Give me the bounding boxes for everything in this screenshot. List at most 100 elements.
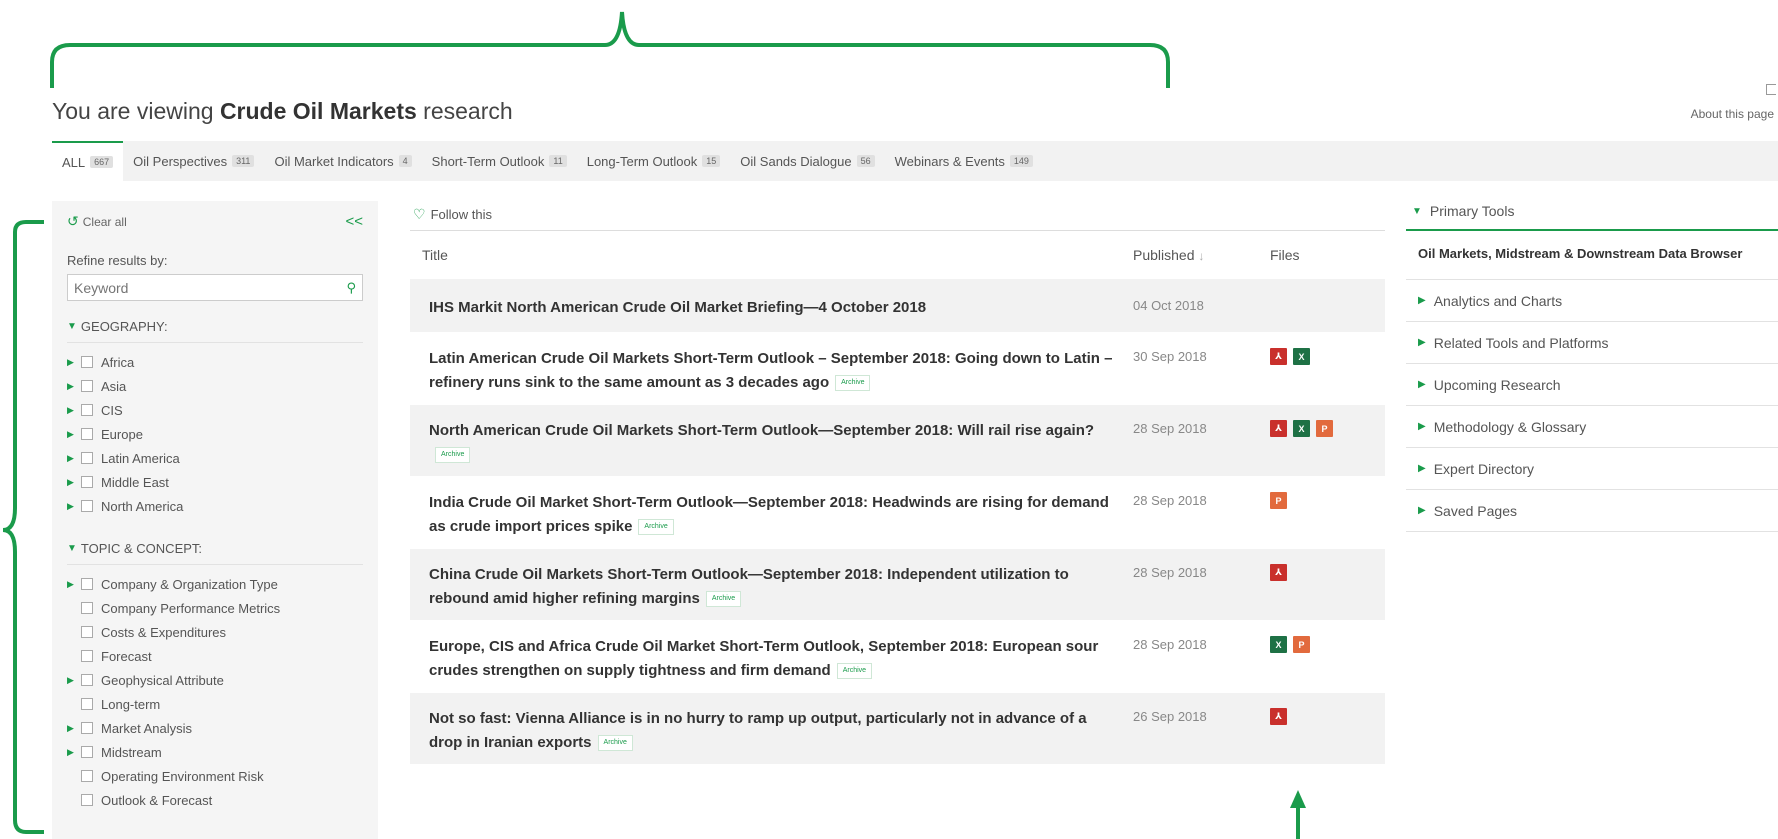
result-title: Latin American Crude Oil Markets Short-T… [429,350,1113,391]
facet-item[interactable]: ▶ Middle East [67,470,363,494]
triangle-right-icon[interactable]: ▶ [67,453,81,464]
keyword-input[interactable] [74,279,347,296]
file-icons: P [1270,477,1385,509]
triangle-right-icon[interactable]: ▶ [67,357,81,368]
triangle-right-icon[interactable]: ▶ [67,405,81,416]
search-icon[interactable]: ⚲ [346,280,356,296]
tool-item-related-tools-and-platforms[interactable]: ▶ Related Tools and Platforms [1406,322,1778,364]
pdf-icon[interactable]: ⅄ [1270,708,1287,725]
facet-item[interactable]: ▶ Market Analysis [67,716,363,740]
facet-item[interactable]: ▶ Europe [67,422,363,446]
collapse-panel-button[interactable]: << [345,213,363,230]
facet-item[interactable]: ▶ Asia [67,374,363,398]
facet-item[interactable]: ▶ Company & Organization Type [67,572,363,596]
checkbox[interactable] [81,650,93,662]
geography-list: ▶ Africa ▶ Asia ▶ CIS ▶ Europe ▶ Latin America ▶ Mi… [67,350,363,518]
column-published[interactable]: Published ↓ [1133,247,1270,263]
tool-item-upcoming-research[interactable]: ▶ Upcoming Research [1406,364,1778,406]
facet-item[interactable]: ▶ CIS [67,398,363,422]
about-this-page-link[interactable]: About this page [1691,107,1774,121]
powerpoint-icon[interactable]: P [1293,636,1310,653]
checkbox[interactable] [81,500,93,512]
pdf-icon[interactable]: ⅄ [1270,420,1287,437]
facet-item[interactable]: Outlook & Forecast [67,788,363,812]
result-title-link[interactable]: IHS Markit North American Crude Oil Mark… [410,279,1133,320]
facet-item[interactable]: ▶ North America [67,494,363,518]
pdf-icon[interactable]: ⅄ [1270,564,1287,581]
tab-oil-sands-dialogue[interactable]: Oil Sands Dialogue 56 [730,141,884,181]
topic-label: TOPIC & CONCEPT: [80,541,203,556]
tab-short-term-outlook[interactable]: Short-Term Outlook 11 [422,141,577,181]
powerpoint-icon[interactable]: P [1316,420,1333,437]
table-row: Europe, CIS and Africa Crude Oil Market … [410,620,1385,692]
checkbox[interactable] [81,698,93,710]
triangle-right-icon[interactable]: ▶ [67,675,81,686]
result-title-link[interactable]: Latin American Crude Oil Markets Short-T… [410,333,1133,395]
pdf-icon[interactable]: ⅄ [1270,348,1287,365]
tab-all[interactable]: ALL 667 [52,141,124,181]
follow-button[interactable]: ♡ Follow this [413,206,492,223]
topic-section-toggle[interactable]: ▼ TOPIC & CONCEPT: [67,541,363,565]
tab-count-badge: 667 [90,156,114,168]
facet-item[interactable]: ▶ Geophysical Attribute [67,668,363,692]
checkbox[interactable] [81,476,93,488]
tab-long-term-outlook[interactable]: Long-Term Outlook 15 [577,141,731,181]
result-title-link[interactable]: Europe, CIS and Africa Crude Oil Market … [410,621,1133,683]
checkbox[interactable] [81,380,93,392]
triangle-right-icon[interactable]: ▶ [67,723,81,734]
triangle-right-icon[interactable]: ▶ [67,579,81,590]
primary-tools-toggle[interactable]: ▼ Primary Tools [1406,203,1778,231]
checkbox[interactable] [81,674,93,686]
facet-item[interactable]: Forecast [67,644,363,668]
tool-item-analytics-and-charts[interactable]: ▶ Analytics and Charts [1406,280,1778,322]
checkbox[interactable] [81,428,93,440]
result-title-link[interactable]: India Crude Oil Market Short-Term Outloo… [410,477,1133,539]
powerpoint-icon[interactable]: P [1270,492,1287,509]
result-title: North American Crude Oil Markets Short-T… [429,422,1095,439]
checkbox[interactable] [81,452,93,464]
geography-section-toggle[interactable]: ▼ GEOGRAPHY: [67,319,363,343]
result-title-link[interactable]: China Crude Oil Markets Short-Term Outlo… [410,549,1133,611]
triangle-right-icon[interactable]: ▶ [67,477,81,488]
checkbox[interactable] [81,626,93,638]
facet-item[interactable]: ▶ Latin America [67,446,363,470]
tool-item-expert-directory[interactable]: ▶ Expert Directory [1406,448,1778,490]
result-title-link[interactable]: North American Crude Oil Markets Short-T… [410,405,1133,467]
tools-panel: ▼ Primary Tools Oil Markets, Midstream &… [1406,203,1778,532]
result-title: China Crude Oil Markets Short-Term Outlo… [429,566,1069,607]
excel-icon[interactable]: X [1293,348,1310,365]
facet-item[interactable]: Costs & Expenditures [67,620,363,644]
triangle-right-icon[interactable]: ▶ [67,381,81,392]
triangle-right-icon[interactable]: ▶ [67,747,81,758]
tab-oil-perspectives[interactable]: Oil Perspectives 311 [123,141,264,181]
triangle-right-icon[interactable]: ▶ [67,501,81,512]
checkbox[interactable] [81,722,93,734]
tab-oil-market-indicators[interactable]: Oil Market Indicators 4 [264,141,421,181]
checkbox[interactable] [81,746,93,758]
facet-item[interactable]: Long-term [67,692,363,716]
data-browser-link[interactable]: Oil Markets, Midstream & Downstream Data… [1406,231,1778,280]
result-title-link[interactable]: Not so fast: Vienna Alliance is in no hu… [410,693,1133,755]
tab-count-badge: 4 [398,155,412,167]
tool-item-saved-pages[interactable]: ▶ Saved Pages [1406,490,1778,532]
checkbox[interactable] [81,356,93,368]
tool-item-methodology-glossary[interactable]: ▶ Methodology & Glossary [1406,406,1778,448]
facet-item[interactable]: Company Performance Metrics [67,596,363,620]
topic-list: ▶ Company & Organization Type Company Perf… [67,572,363,812]
tab-webinars-events[interactable]: Webinars & Events 149 [885,141,1043,181]
checkbox[interactable] [81,578,93,590]
facet-item[interactable]: ▶ Africa [67,350,363,374]
column-title[interactable]: Title [410,247,1133,263]
checkbox[interactable] [81,770,93,782]
table-row: North American Crude Oil Markets Short-T… [410,404,1385,476]
clear-all-button[interactable]: ↺ Clear all [67,213,127,230]
checkbox[interactable] [81,404,93,416]
excel-icon[interactable]: X [1270,636,1287,653]
triangle-right-icon[interactable]: ▶ [67,429,81,440]
archive-badge: Archive [435,447,471,464]
excel-icon[interactable]: X [1293,420,1310,437]
facet-item[interactable]: ▶ Midstream [67,740,363,764]
checkbox[interactable] [81,794,93,806]
facet-item[interactable]: Operating Environment Risk [67,764,363,788]
checkbox[interactable] [81,602,93,614]
